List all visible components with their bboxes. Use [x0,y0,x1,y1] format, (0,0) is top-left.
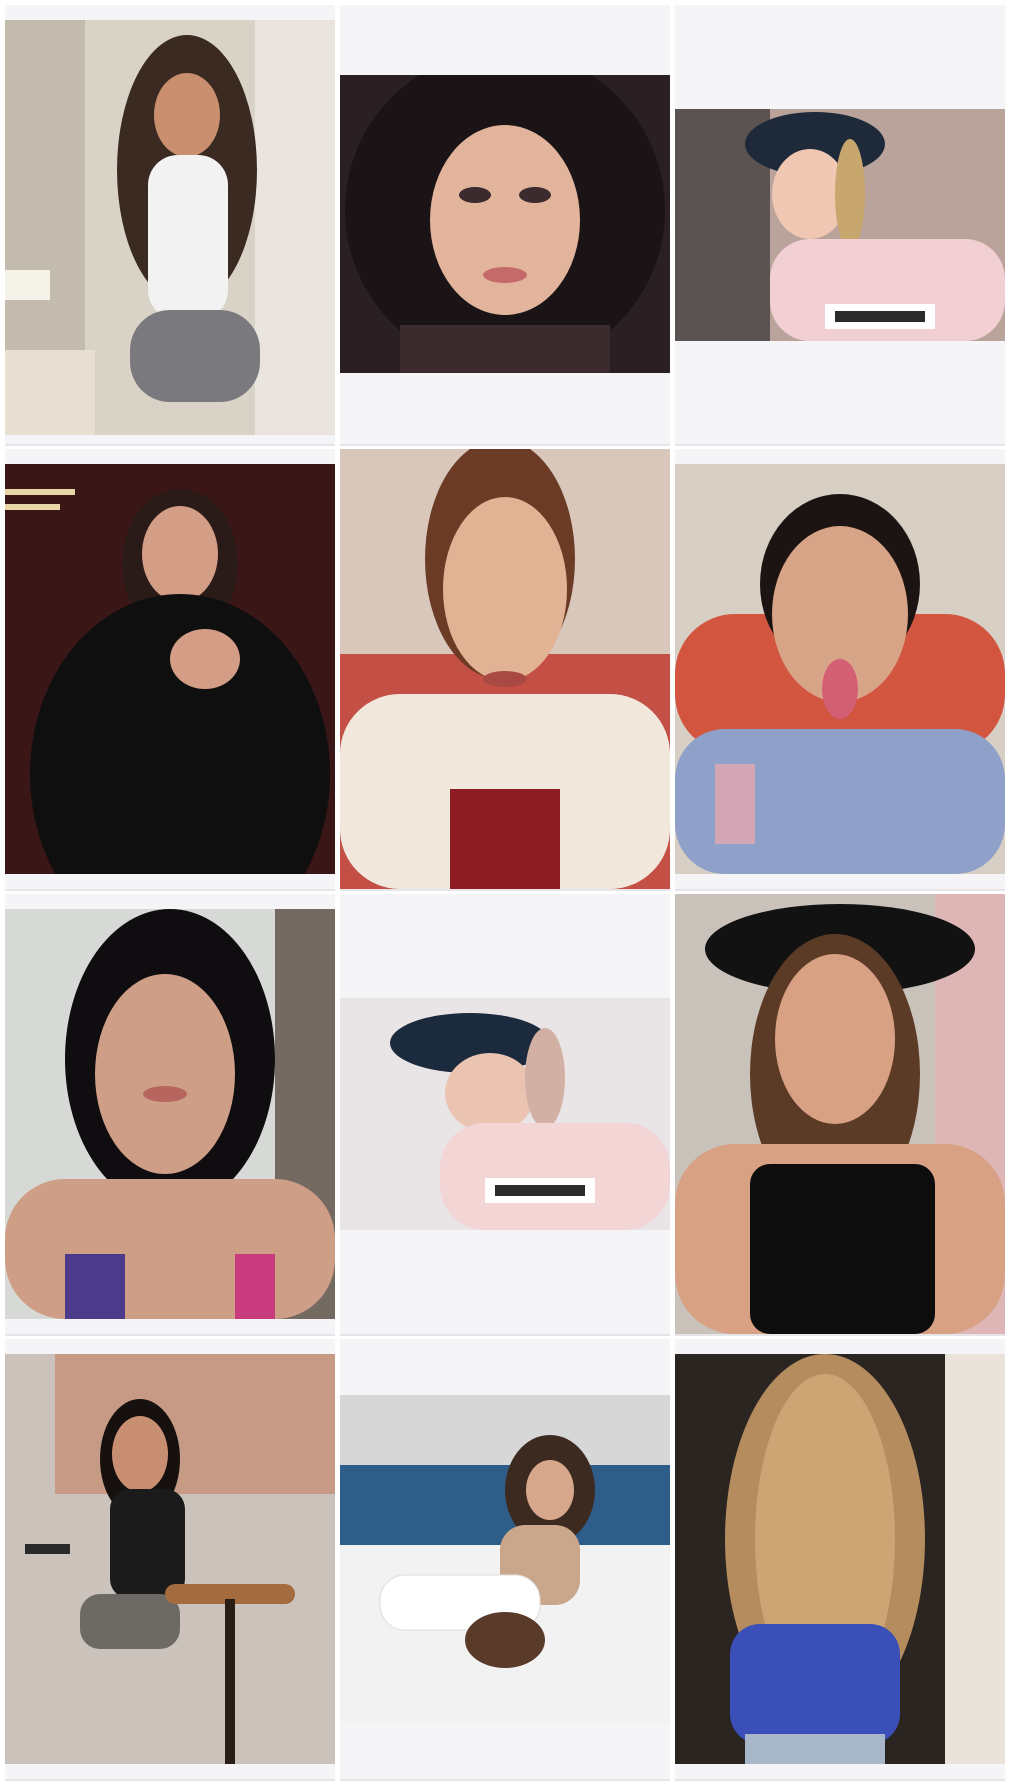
photo-6 [675,464,1005,874]
photo-8 [340,998,670,1230]
grid-tile-11[interactable] [340,1339,670,1781]
photo-3 [675,109,1005,341]
grid-tile-12[interactable] [675,1339,1005,1781]
photo-12 [675,1354,1005,1764]
photo-2 [340,75,670,373]
grid-tile-10[interactable] [5,1339,335,1781]
grid-tile-7[interactable] [5,894,335,1336]
photo-9 [675,894,1005,1334]
photo-7 [5,909,335,1319]
grid-tile-8[interactable] [340,894,670,1336]
grid-tile-4[interactable] [5,449,335,891]
grid-tile-9[interactable] [675,894,1005,1336]
photo-5 [340,449,670,889]
photo-grid [0,0,1010,1785]
grid-tile-3[interactable] [675,5,1005,446]
grid-tile-2[interactable] [340,5,670,446]
photo-1 [5,20,335,435]
grid-tile-1[interactable] [5,5,335,446]
grid-tile-5[interactable] [340,449,670,891]
photo-4 [5,464,335,874]
photo-11 [340,1395,670,1722]
grid-tile-6[interactable] [675,449,1005,891]
photo-10 [5,1354,335,1764]
